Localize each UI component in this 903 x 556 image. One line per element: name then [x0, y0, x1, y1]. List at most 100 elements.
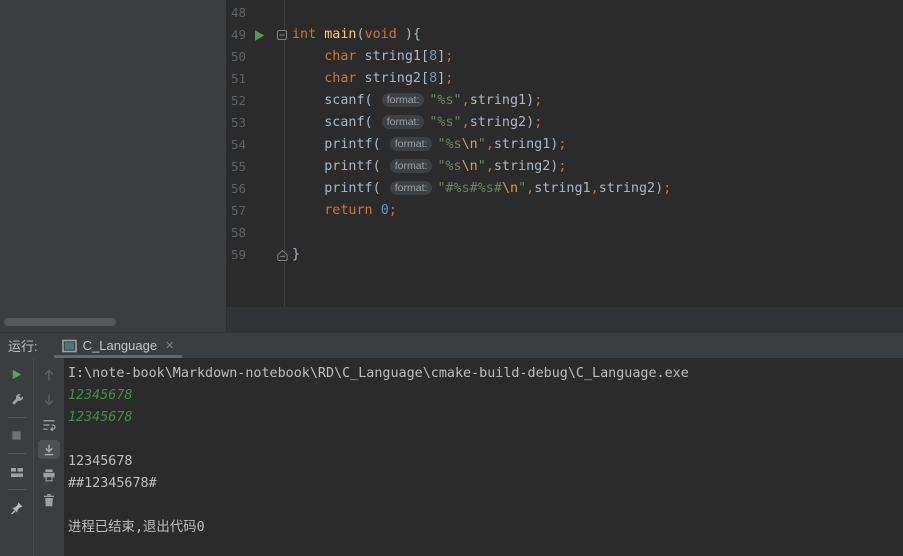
gutter-spacer	[246, 222, 272, 244]
line-number: 54	[227, 134, 246, 156]
code-text: scanf( format:"%s",string1);	[292, 90, 542, 112]
gutter-spacer	[246, 46, 272, 68]
editor-line[interactable]: 52 scanf( format:"%s",string1);	[227, 90, 903, 112]
gutter-spacer	[246, 68, 272, 90]
settings-button[interactable]	[6, 390, 28, 409]
fold-spacer	[272, 156, 292, 178]
scroll-to-end-button[interactable]	[38, 440, 60, 459]
code-text: char string1[8];	[292, 46, 453, 68]
parameter-hint-format: format:	[390, 159, 433, 173]
fold-spacer	[272, 46, 292, 68]
code-editor[interactable]: 4849int main(void ){50 char string1[8];5…	[227, 0, 903, 307]
gutter-spacer	[246, 244, 272, 266]
run-line-icon[interactable]	[246, 24, 272, 46]
run-header: 运行: C_Language ✕	[0, 332, 903, 358]
code-text: return 0;	[292, 200, 397, 222]
line-number: 51	[227, 68, 246, 90]
print-button[interactable]	[38, 465, 60, 484]
toolbar-divider	[8, 453, 26, 454]
run-toolbar-outer	[0, 358, 33, 556]
fold-spacer	[272, 134, 292, 156]
run-label: 运行:	[8, 336, 38, 355]
gutter-spacer	[246, 2, 272, 24]
console-output-line: 12345678	[68, 451, 895, 473]
fold-spacer	[272, 68, 292, 90]
console-output-line	[68, 495, 895, 517]
console-icon	[62, 339, 77, 353]
gutter-spacer	[246, 156, 272, 178]
ide-window: 4849int main(void ){50 char string1[8];5…	[0, 0, 903, 556]
gutter-spacer	[246, 134, 272, 156]
toolbar-divider	[8, 417, 26, 418]
line-number: 55	[227, 156, 246, 178]
parameter-hint-format: format:	[390, 137, 433, 151]
fold-spacer	[272, 2, 292, 24]
gutter-spacer	[246, 112, 272, 134]
run-tool-window: 运行: C_Language ✕ I:\note-book\Markdown-n…	[0, 332, 903, 556]
editor-line[interactable]: 48	[227, 2, 903, 24]
console-output-line: ##12345678#	[68, 473, 895, 495]
rerun-button[interactable]	[6, 365, 28, 384]
console-user-input: 12345678	[68, 407, 895, 429]
code-text: }	[292, 244, 300, 266]
editor-line[interactable]: 50 char string1[8];	[227, 46, 903, 68]
editor-line[interactable]: 56 printf( format:"#%s#%s#\n",string1,st…	[227, 178, 903, 200]
code-text: printf( format:"%s\n",string1);	[292, 134, 566, 156]
editor-line[interactable]: 58	[227, 222, 903, 244]
run-tab-title: C_Language	[83, 338, 157, 353]
gutter-spacer	[246, 90, 272, 112]
line-number: 53	[227, 112, 246, 134]
editor-line[interactable]: 59}	[227, 244, 903, 266]
line-number: 50	[227, 46, 246, 68]
console-output-line	[68, 429, 895, 451]
console-output-line: 进程已结束,退出代码0	[68, 517, 895, 539]
line-number: 48	[227, 2, 246, 24]
editor-line[interactable]: 55 printf( format:"%s\n",string2);	[227, 156, 903, 178]
stop-button[interactable]	[6, 426, 28, 445]
pin-button[interactable]	[6, 498, 28, 517]
fold-spacer	[272, 90, 292, 112]
soft-wrap-button[interactable]	[38, 415, 60, 434]
clear-console-button[interactable]	[38, 490, 60, 509]
editor-line[interactable]: 54 printf( format:"%s\n",string1);	[227, 134, 903, 156]
editor-bottom-band	[227, 307, 903, 332]
line-number: 52	[227, 90, 246, 112]
console-exe-path: I:\note-book\Markdown-notebook\RD\C_Lang…	[68, 363, 895, 385]
toolbar-divider	[8, 489, 26, 490]
code-text: char string2[8];	[292, 68, 453, 90]
code-text: scanf( format:"%s",string2);	[292, 112, 542, 134]
parameter-hint-format: format:	[390, 181, 433, 195]
editor-line[interactable]: 57 return 0;	[227, 200, 903, 222]
parameter-hint-format: format:	[382, 115, 425, 129]
editor-line[interactable]: 53 scanf( format:"%s",string2);	[227, 112, 903, 134]
tab-close-icon[interactable]: ✕	[165, 339, 174, 352]
fold-spacer	[272, 222, 292, 244]
run-tab-c-language[interactable]: C_Language ✕	[56, 333, 181, 358]
code-text: int main(void ){	[292, 24, 421, 46]
console-user-input: 12345678	[68, 385, 895, 407]
fold-spacer	[272, 200, 292, 222]
code-text: printf( format:"%s\n",string2);	[292, 156, 566, 178]
gutter-spacer	[246, 200, 272, 222]
editor-line[interactable]: 49 int main(void ){	[227, 24, 903, 46]
fold-collapse-icon[interactable]	[272, 24, 292, 46]
horizontal-scrollbar-thumb[interactable]	[4, 318, 116, 326]
run-toolbar-inner	[33, 358, 64, 556]
editor-line[interactable]: 51 char string2[8];	[227, 68, 903, 90]
left-tool-panel	[0, 0, 227, 332]
parameter-hint-format: format:	[382, 93, 425, 107]
restore-layout-button[interactable]	[6, 462, 28, 481]
line-number: 59	[227, 244, 246, 266]
fold-end-icon[interactable]	[272, 244, 292, 266]
line-number: 57	[227, 200, 246, 222]
gutter-spacer	[246, 178, 272, 200]
line-number: 49	[227, 24, 246, 46]
line-number: 58	[227, 222, 246, 244]
fold-spacer	[272, 178, 292, 200]
fold-spacer	[272, 112, 292, 134]
line-number: 56	[227, 178, 246, 200]
run-console-output[interactable]: I:\note-book\Markdown-notebook\RD\C_Lang…	[64, 358, 903, 556]
prev-occurrence-button[interactable]	[38, 365, 60, 384]
code-text: printf( format:"#%s#%s#\n",string1,strin…	[292, 178, 671, 200]
next-occurrence-button[interactable]	[38, 390, 60, 409]
